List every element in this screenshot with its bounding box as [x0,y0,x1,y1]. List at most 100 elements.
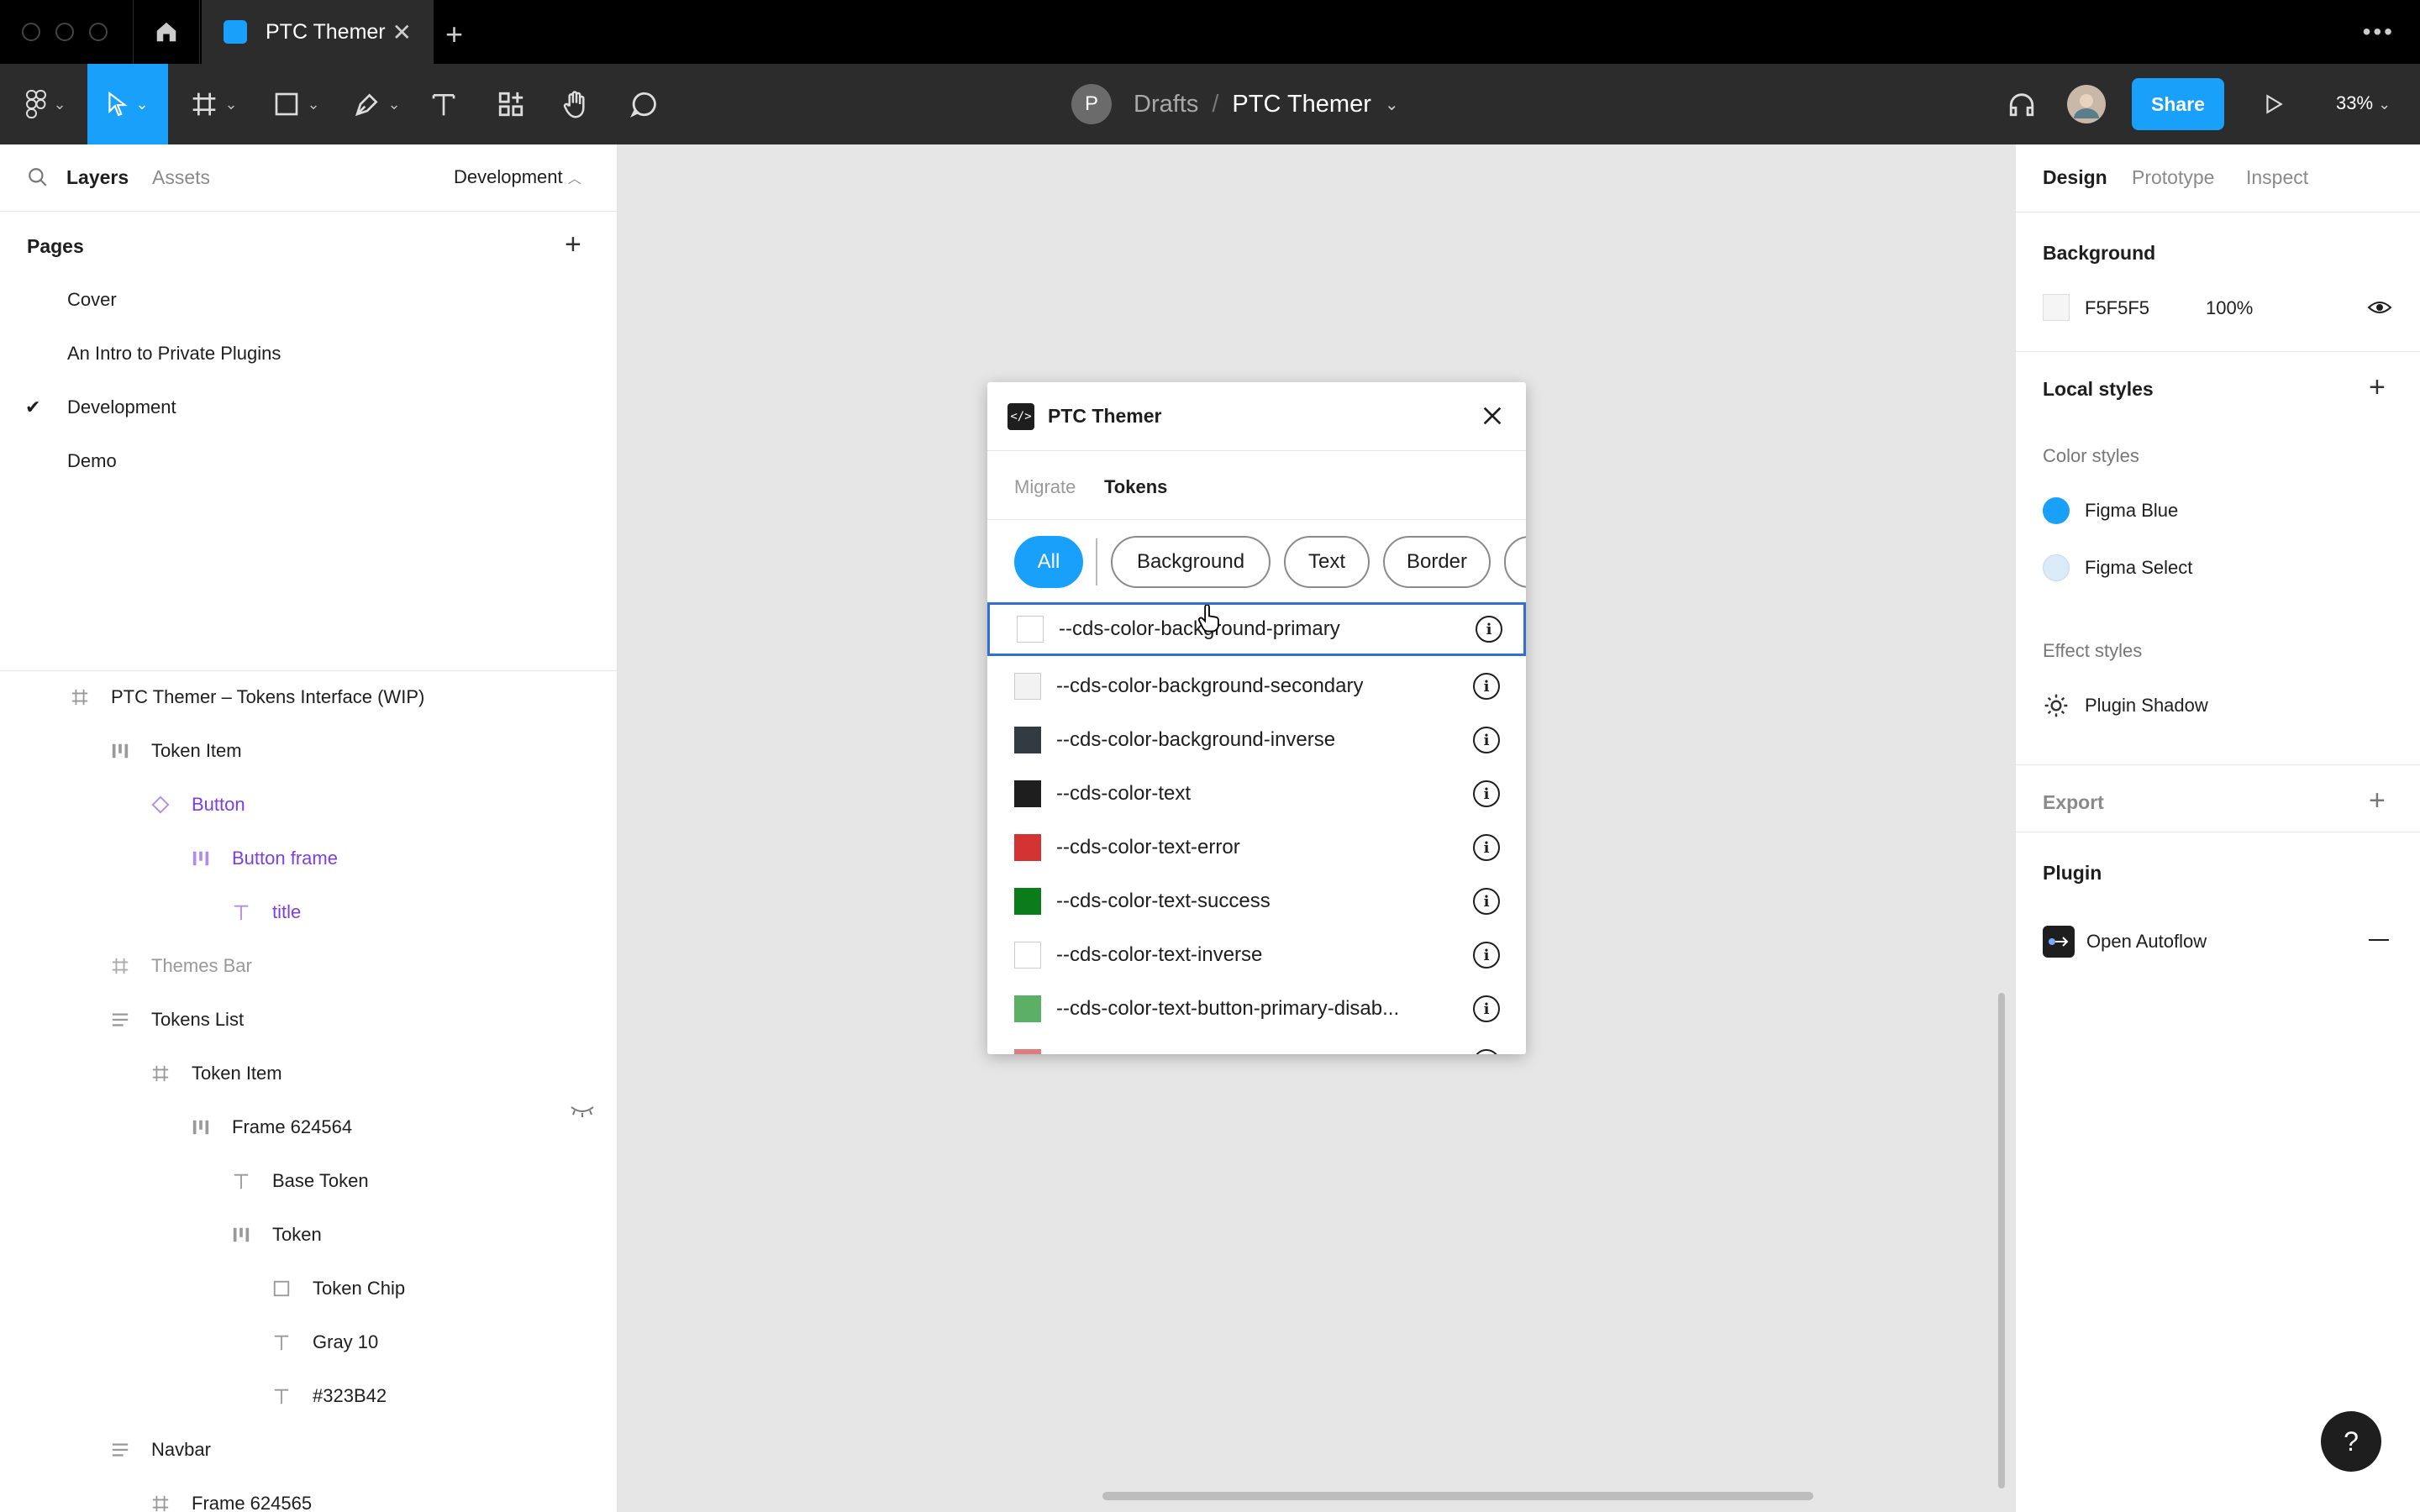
layer-row[interactable]: Token [232,1208,322,1262]
tab-inspect[interactable]: Inspect [2246,166,2308,189]
chevron-down-icon: ⌄ [2378,96,2391,113]
horizontal-scrollbar[interactable] [1102,1492,1813,1500]
chevron-down-icon: ⌄ [307,95,320,113]
window-zoom-dot[interactable] [89,23,108,41]
page-item-active[interactable]: Development [67,396,176,418]
audio-button[interactable] [2005,64,2039,144]
page-item[interactable]: An Intro to Private Plugins [67,343,281,365]
title-bar: PTC Themer ✕ + ••• [0,0,2420,64]
component-icon [151,795,170,814]
layer-name: Gray 10 [313,1331,379,1352]
page-item[interactable]: Cover [67,289,117,311]
eye-icon[interactable] [2367,297,2392,318]
divider [2016,351,2420,352]
file-name[interactable]: PTC Themer [1232,91,1370,118]
layer-name: Frame 624564 [232,1116,353,1137]
document-tab[interactable]: PTC Themer ✕ [202,0,434,64]
frame-tool-button[interactable]: ⌄ [185,64,244,144]
layer-row[interactable]: Token Item [151,1047,282,1100]
tab-assets[interactable]: Assets [152,166,210,189]
plugin-item[interactable]: Open Autoflow [2043,926,2207,958]
remove-plugin-icon[interactable] [2369,939,2389,941]
text-icon [232,903,250,921]
layer-name: Token Item [192,1063,282,1084]
page-item[interactable]: Demo [67,450,117,472]
color-style-item[interactable]: Figma Blue [2043,497,2178,524]
pen-tool-button[interactable]: ⌄ [348,64,407,144]
new-tab-button[interactable]: + [445,17,463,52]
search-icon[interactable] [27,166,49,188]
layer-row[interactable]: Token Chip [272,1262,405,1315]
color-style-name: Figma Blue [2085,500,2179,521]
layer-row[interactable]: Gray 10 [272,1315,378,1369]
more-icon[interactable]: ••• [2363,18,2395,45]
current-page-selector[interactable]: Development ︿ [454,166,581,188]
tab-layers[interactable]: Layers [66,166,129,189]
layer-row[interactable]: #323B42 [272,1369,387,1423]
pen-icon [355,93,379,117]
text-tool-button[interactable] [427,64,460,144]
window-minimize-dot[interactable] [55,23,74,41]
share-button[interactable]: Share [2132,78,2224,130]
layer-row[interactable]: Button [151,778,245,832]
text-icon [232,1172,250,1190]
effect-style-item[interactable]: Plugin Shadow [2043,692,2208,719]
user-avatar[interactable] [2065,64,2107,144]
hidden-eye-icon[interactable] [570,1104,595,1119]
autoflow-icon [2043,926,2075,958]
auto-layout-icon [192,1118,210,1137]
close-icon[interactable] [1479,402,1506,429]
hand-tool-button[interactable] [560,64,593,144]
layer-row[interactable]: Navbar [111,1423,211,1477]
close-tab-icon[interactable]: ✕ [392,18,412,46]
resources-button[interactable] [494,64,528,144]
add-export-icon[interactable]: + [2369,785,2386,817]
rectangle-icon [276,92,298,116]
tab-migrate[interactable]: Migrate [1014,476,1076,498]
background-opacity-input[interactable]: 100% [2206,297,2253,319]
background-hex-input[interactable]: F5F5F5 [2085,297,2149,319]
home-tab[interactable] [133,0,200,64]
comment-icon [630,92,656,118]
vertical-scrollbar[interactable] [1998,993,2005,1488]
main-menu-button[interactable]: ⌄ [17,64,76,144]
present-button[interactable] [2257,64,2291,144]
chevron-down-icon[interactable]: ⌄ [1385,94,1399,115]
layer-row[interactable]: Button frame [192,832,338,885]
team-avatar[interactable]: P [1071,84,1112,124]
layer-name: Themes Bar [151,955,252,976]
toolbar: ⌄ ⌄ ⌄ ⌄ ⌄ P Drafts / PTC Themer ⌄ Share [0,64,2420,144]
layer-row[interactable]: Token Item [111,724,242,778]
layer-row[interactable]: Frame 624564 [192,1100,352,1154]
layer-name: Token Chip [313,1278,406,1299]
layer-row[interactable]: Tokens List [111,993,244,1047]
layer-row[interactable]: title [232,885,301,939]
zoom-control[interactable]: 33% ⌄ [2336,92,2391,114]
add-page-icon[interactable]: + [565,228,581,261]
move-tool-button[interactable]: ⌄ [87,64,168,144]
layer-name: Button frame [232,848,338,869]
layer-row[interactable]: Themes Bar [111,939,252,993]
color-style-name: Figma Select [2085,557,2193,578]
add-style-icon[interactable]: + [2369,371,2386,404]
breadcrumb-drafts[interactable]: Drafts [1134,91,1198,118]
color-style-item[interactable]: Figma Select [2043,554,2192,581]
color-style-swatch [2043,497,2070,524]
divider [2016,212,2420,213]
frame-icon [151,1494,170,1512]
shape-tool-button[interactable]: ⌄ [267,64,326,144]
layer-row[interactable]: Base Token [232,1154,369,1208]
comment-tool-button[interactable] [627,64,660,144]
tab-tokens[interactable]: Tokens [1104,476,1167,498]
window-close-dot[interactable] [22,23,40,41]
help-button[interactable]: ? [2321,1411,2381,1472]
text-icon [272,1387,291,1405]
layer-row[interactable]: Frame 624565 [151,1477,312,1512]
user-avatar-icon [2067,85,2106,123]
tab-design[interactable]: Design [2043,166,2107,189]
color-style-swatch [2043,554,2070,581]
tab-prototype[interactable]: Prototype [2132,166,2214,189]
chevron-down-icon: ⌄ [387,95,401,113]
background-swatch[interactable] [2043,294,2070,321]
layer-row[interactable]: PTC Themer – Tokens Interface (WIP) [71,670,424,724]
